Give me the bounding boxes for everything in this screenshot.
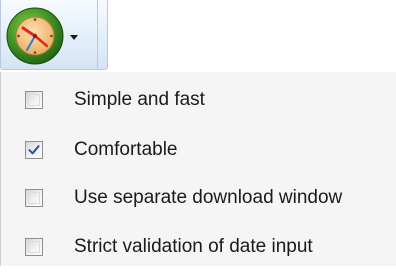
- menu-item-label: Use separate download window: [74, 187, 343, 208]
- checkmark-icon: [28, 145, 40, 155]
- clock-icon[interactable]: [5, 6, 65, 66]
- menu-item-use-separate-download-window[interactable]: Use separate download window: [0, 175, 396, 223]
- checkbox[interactable]: [25, 91, 43, 109]
- menu-item-label: Comfortable: [74, 139, 178, 160]
- checkbox[interactable]: [25, 238, 43, 256]
- menu-item-label: Strict validation of date input: [74, 236, 313, 257]
- menu-item-comfortable[interactable]: Comfortable: [0, 127, 396, 175]
- menu-item-label: Simple and fast: [74, 89, 205, 110]
- checkbox[interactable]: [25, 189, 43, 207]
- menu-item-simple-and-fast[interactable]: Simple and fast: [0, 77, 396, 125]
- chevron-down-icon[interactable]: [70, 35, 78, 40]
- menu-item-strict-validation-of-date-input[interactable]: Strict validation of date input: [0, 224, 396, 272]
- clock-dropdown-button[interactable]: [0, 0, 108, 70]
- dropdown-menu: Simple and fast Comfortable Use separate…: [0, 72, 396, 266]
- split-divider: [97, 0, 98, 68]
- checkbox[interactable]: [25, 141, 43, 159]
